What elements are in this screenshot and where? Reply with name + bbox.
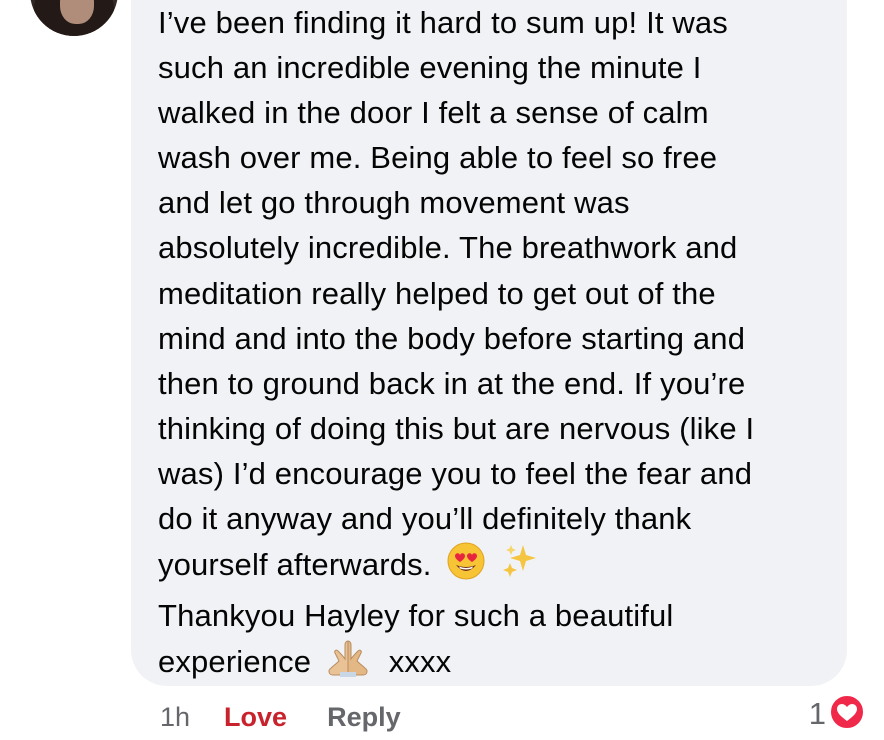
comment-line: walked in the door I felt a sense of cal…: [158, 95, 709, 131]
comment-line: experience: [158, 644, 312, 680]
comment-line: such an incredible evening the minute I: [158, 50, 702, 86]
sparkles-icon: [501, 541, 541, 593]
comment-line: and let go through movement was: [158, 185, 630, 221]
smiling-face-with-heart-eyes-icon: [446, 541, 486, 593]
comment-line: wash over me. Being able to feel so free: [158, 140, 718, 176]
reaction-summary[interactable]: 1: [808, 693, 866, 736]
comment-text: I’ve been finding it hard to sum up! It …: [158, 0, 828, 690]
comment-line-with-emoji: yourself afterwards.: [158, 541, 828, 593]
comment-thread: I’ve been finding it hard to sum up! It …: [0, 0, 884, 740]
reaction-count: 1: [808, 696, 826, 731]
comment-line: do it anyway and you’ll definitely thank: [158, 501, 692, 537]
heart-reaction-icon: [828, 693, 866, 736]
comment-line-with-emoji: experience xxxx: [158, 638, 828, 690]
comment-line: then to ground back in at the end. If yo…: [158, 365, 746, 401]
comment-line: I’ve been finding it hard to sum up! It …: [158, 5, 728, 40]
comment-line: meditation really helped to get out of t…: [158, 275, 716, 311]
comment-line: was) I’d encourage you to feel the fear …: [158, 455, 753, 491]
comment-line: Thankyou Hayley for such a beautiful: [158, 598, 674, 634]
comment-line: thinking of doing this but are nervous (…: [158, 410, 755, 446]
comment-actions: 1h Love Reply: [160, 697, 401, 737]
comment-timestamp[interactable]: 1h: [160, 698, 190, 736]
comment-line: absolutely incredible. The breathwork an…: [158, 230, 738, 266]
comment-line: xxxx: [388, 644, 452, 680]
folded-hands-icon: [326, 638, 370, 690]
avatar[interactable]: [30, 0, 118, 36]
reply-button[interactable]: Reply: [327, 698, 401, 736]
comment-line: yourself afterwards.: [158, 547, 432, 583]
love-button[interactable]: Love: [224, 698, 287, 736]
comment-line: mind and into the body before starting a…: [158, 320, 746, 356]
